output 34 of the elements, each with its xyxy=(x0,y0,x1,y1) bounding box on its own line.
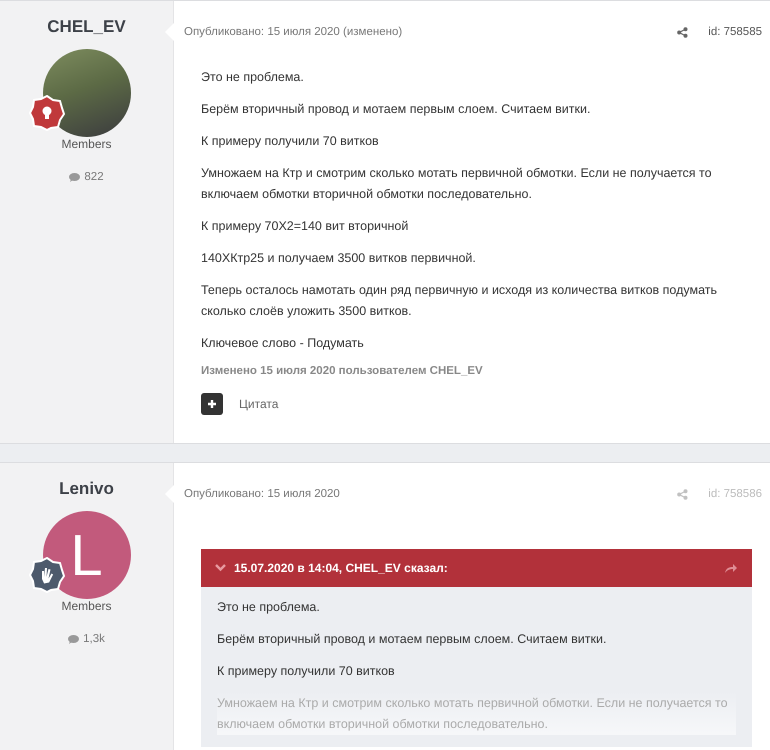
published-date: Опубликовано: 15 июля 2020 (изменено) xyxy=(184,26,404,38)
post-paragraph: Берём вторичный провод и мотаем первым слоем. Считаем витки. xyxy=(201,101,592,118)
post-paragraph: Ключевое слово - Подумать xyxy=(201,335,365,352)
published-date: Опубликовано: 15 июля 2020 xyxy=(184,488,341,500)
post-paragraph: 140ХКтр25 и получаем 3500 витков первичной. xyxy=(201,250,477,267)
plus-icon xyxy=(207,399,217,409)
member-group: Members xyxy=(61,599,112,613)
post-id[interactable]: id: 758585 xyxy=(708,26,762,38)
speech-pointer xyxy=(165,485,174,503)
quote-paragraph: Это не проблема. xyxy=(217,599,321,616)
post-count: 822 xyxy=(84,171,104,183)
edited-note: Изменено 15 июля 2020 пользователем CHEL_EV xyxy=(201,365,484,377)
share-icon[interactable] xyxy=(677,26,688,38)
forward-arrow-icon[interactable] xyxy=(724,562,738,574)
member-group: Members xyxy=(61,137,112,151)
letter-avatar[interactable]: L xyxy=(42,511,130,599)
quote-header[interactable]: 15.07.2020 в 14:04, CHEL_EV сказал: xyxy=(201,549,752,587)
post-paragraph: К примеру получили 70 витков xyxy=(201,133,380,150)
quote-paragraph: К примеру получили 70 витков xyxy=(217,663,396,680)
chevron-down-icon[interactable] xyxy=(215,564,226,572)
quote-attribution: 15.07.2020 в 14:04, CHEL_EV сказал: xyxy=(234,561,449,575)
post-paragraph: Теперь осталось намотать один ряд первичную и исходя из количества витков подумать сколько слоёв уложить 3500 витков. xyxy=(201,282,718,320)
post-count: 1,3k xyxy=(83,633,105,645)
quote-link[interactable]: Цитата xyxy=(239,397,278,411)
quote-paragraph: Берём вторичный провод и мотаем первым слоем. Считаем витки. xyxy=(217,631,608,648)
post-paragraph: Это не проблема. xyxy=(201,69,305,86)
author-name[interactable]: CHEL_EV xyxy=(47,17,126,37)
post-paragraph: Умножаем на Ктр и смотрим сколько мотать первичной обмотки. Если не получается то включаем обмотки вторичной обмотки последовательно. xyxy=(201,165,713,203)
add-quote-button[interactable] xyxy=(201,393,223,415)
speech-bubble-icon xyxy=(68,634,80,644)
author-name[interactable]: Lenivo xyxy=(59,479,114,499)
speech-bubble-icon xyxy=(69,172,80,182)
speech-pointer xyxy=(165,23,174,41)
post-paragraph: К примеру 70Х2=140 вит вторичной xyxy=(201,218,410,235)
